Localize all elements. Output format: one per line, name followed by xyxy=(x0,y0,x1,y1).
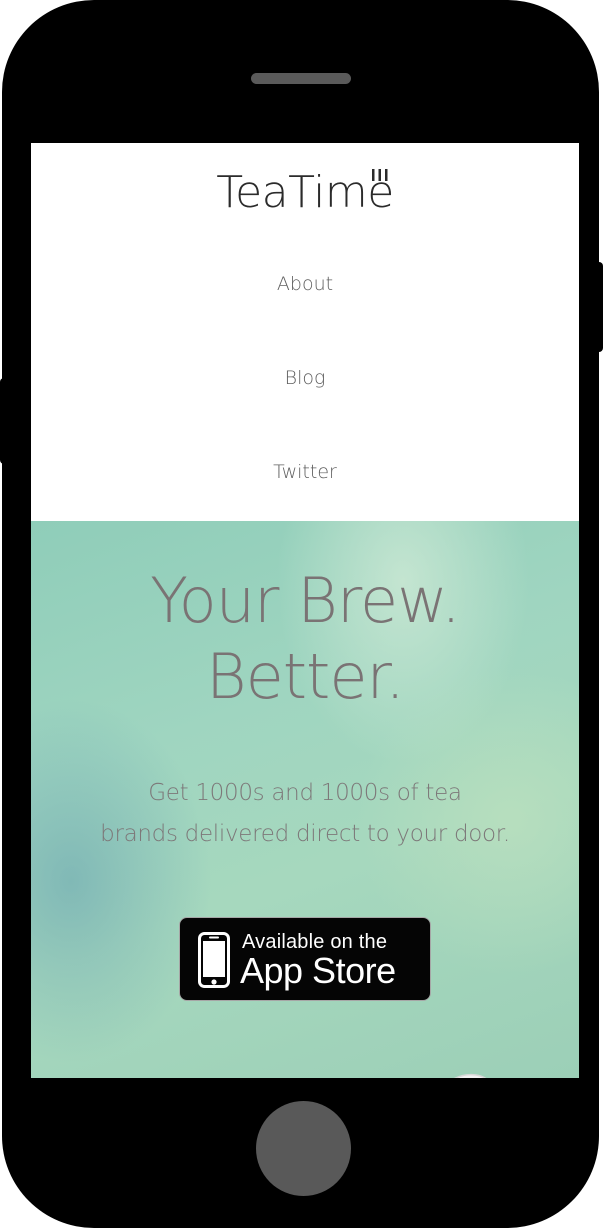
volume-button[interactable] xyxy=(0,378,6,464)
power-button[interactable] xyxy=(596,262,603,352)
home-button[interactable] xyxy=(256,1101,351,1196)
nav-link-twitter[interactable]: Twitter xyxy=(31,460,579,484)
site-header: TeaTime About Blog Twitter xyxy=(31,143,579,521)
hero-section: Your Brew. Better. Get 1000s and 1000s o… xyxy=(31,521,579,1078)
logo-text: TeaTime xyxy=(216,167,394,218)
hero-device-image xyxy=(454,1073,487,1078)
hero-title: Your Brew. Better. xyxy=(31,563,579,715)
logo-marks-icon xyxy=(371,169,388,181)
app-store-badge-line2: App Store xyxy=(240,950,396,991)
phone-frame: TeaTime About Blog Twitter Your Brew. Be… xyxy=(2,0,599,1228)
hero-subtitle-line2: brands delivered direct to your door. xyxy=(100,821,510,847)
hero-title-line1: Your Brew. xyxy=(150,564,461,637)
iphone-icon xyxy=(198,932,230,988)
phone-screen: TeaTime About Blog Twitter Your Brew. Be… xyxy=(31,143,579,1078)
phone-speaker xyxy=(251,73,351,84)
app-store-button[interactable]: Available on the App Store xyxy=(179,917,431,1001)
hero-subtitle-line1: Get 1000s and 1000s of tea xyxy=(148,780,462,806)
hero-subtitle: Get 1000s and 1000s of tea brands delive… xyxy=(31,773,579,855)
site-logo[interactable]: TeaTime xyxy=(31,165,579,221)
nav-link-about[interactable]: About xyxy=(31,272,579,296)
nav-link-blog[interactable]: Blog xyxy=(31,366,579,390)
hero-title-line2: Better. xyxy=(205,640,405,713)
